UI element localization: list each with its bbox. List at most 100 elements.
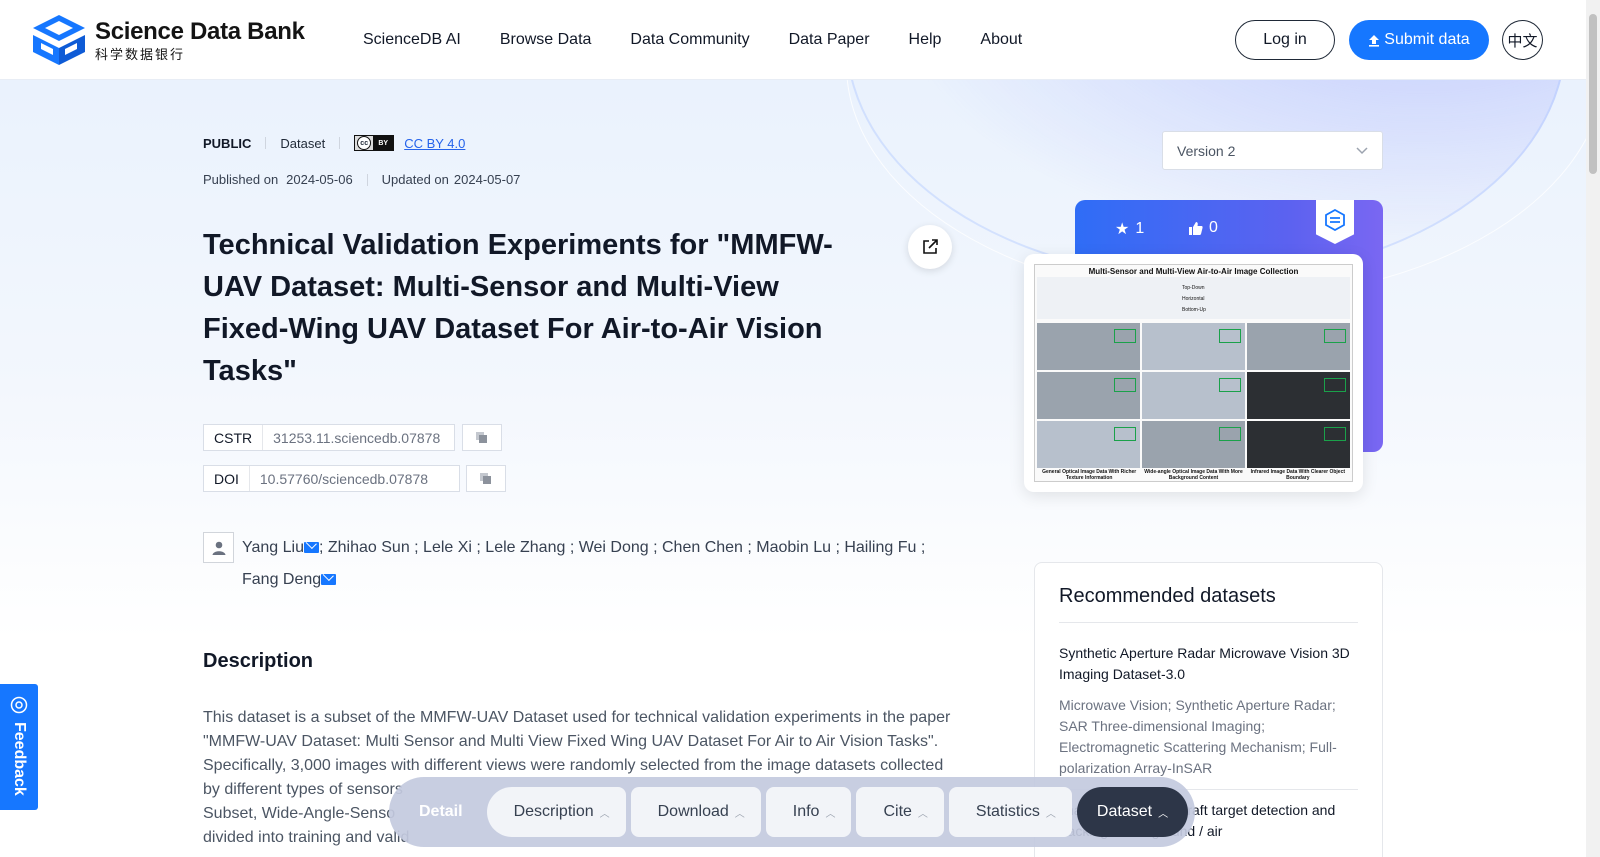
published-date: 2024-05-06 (286, 172, 353, 187)
description-line: Specifically, 3,000 images with differen… (203, 757, 944, 774)
visibility-badge: PUBLIC (203, 135, 252, 151)
submit-data-button[interactable]: Submit data (1349, 20, 1489, 60)
scrollbar-thumb[interactable] (1589, 14, 1597, 174)
divider (339, 137, 341, 149)
cstr-label: CSTR (204, 425, 264, 450)
tab-label: Description (513, 803, 594, 820)
copy-icon (476, 431, 487, 443)
copy-doi-button[interactable] (466, 465, 506, 492)
star-count[interactable]: ★ 1 (1115, 219, 1144, 239)
recommended-heading: Recommended datasets (1059, 585, 1358, 623)
page-title: Technical Validation Experiments for "MM… (203, 229, 833, 387)
site-header: Science Data Bank 科学数据银行 ScienceDB AI Br… (0, 0, 1586, 80)
updated-date: 2024-05-07 (453, 172, 521, 187)
external-link-icon (923, 239, 938, 254)
tab-description[interactable]: Description ︿ (486, 787, 626, 837)
dataset-preview-card[interactable]: Multi-Sensor and Multi-View Air-to-Air I… (1024, 254, 1363, 492)
nav-about[interactable]: About (980, 31, 1022, 49)
chevron-up-icon: ︿ (825, 808, 836, 820)
cc-license-icon: cc BY (354, 135, 395, 151)
preview-title: Multi-Sensor and Multi-View Air-to-Air I… (1088, 267, 1299, 276)
star-icon: ★ (1115, 221, 1130, 238)
updated-label: Updated on (381, 172, 449, 187)
feedback-label: Feedback (11, 722, 28, 796)
version-select-value: Version 2 (1177, 142, 1236, 159)
preview-cell (1142, 372, 1245, 419)
divider (265, 137, 267, 149)
doi-label: DOI (204, 466, 250, 491)
divider (366, 173, 368, 186)
mail-icon[interactable] (303, 542, 319, 553)
section-tab-bar: Detail Description ︿ Download ︿ Info ︿ C… (389, 777, 1195, 847)
tab-label: Dataset (1096, 803, 1153, 820)
page-scrollbar[interactable] (1586, 0, 1600, 857)
tab-cite[interactable]: Cite ︿ (856, 787, 944, 837)
author-avatar-icon (203, 532, 234, 563)
logo-title: Science Data Bank (95, 17, 305, 45)
mail-icon[interactable] (321, 574, 337, 585)
preview-view-diagram: Top-Down Horizontal Bottom-Up (1037, 277, 1350, 319)
language-toggle[interactable]: 中文 (1502, 20, 1543, 60)
tab-info[interactable]: Info ︿ (765, 787, 852, 837)
cstr-field: CSTR 31253.11.sciencedb.07878 (203, 424, 455, 451)
chevron-up-icon: ︿ (1045, 808, 1056, 820)
chevron-up-icon: ︿ (734, 808, 745, 820)
chevron-down-icon (1356, 146, 1368, 154)
upload-icon (1369, 34, 1380, 47)
sciencedb-badge-icon (1316, 200, 1354, 244)
thumbs-up-icon (1189, 221, 1203, 235)
preview-caption: General Optical Image Data With Richer T… (1042, 469, 1137, 481)
login-button[interactable]: Log in (1235, 20, 1335, 60)
preview-cell (1037, 421, 1140, 468)
sdb-logo-icon (33, 15, 85, 65)
preview-view-labels: Top-Down Horizontal Bottom-Up (1182, 283, 1206, 316)
preview-cell (1037, 323, 1140, 370)
tab-statistics[interactable]: Statistics ︿ (948, 787, 1072, 837)
like-count[interactable]: 0 (1188, 219, 1218, 237)
chevron-up-icon: ︿ (1158, 808, 1169, 820)
tab-label: Info (792, 803, 820, 820)
nav-data-paper[interactable]: Data Paper (789, 31, 870, 49)
chevron-up-icon: ︿ (599, 808, 610, 820)
main-nav: ScienceDB AI Browse Data Data Community … (363, 31, 1061, 49)
author-names: ; Zhihao Sun ; Lele Xi ; Lele Zhang ; We… (318, 539, 926, 556)
tab-dataset[interactable]: Dataset ︿ (1076, 787, 1189, 837)
submit-data-label: Submit data (1384, 31, 1470, 48)
author-link[interactable]: Fang Deng (242, 571, 321, 588)
feedback-icon (10, 696, 28, 714)
recommended-item-title[interactable]: Synthetic Aperture Radar Microwave Visio… (1059, 643, 1358, 685)
view-label: Horizontal (1182, 296, 1205, 302)
preview-cell (1142, 323, 1245, 370)
preview-cell (1142, 421, 1245, 468)
copy-cstr-button[interactable] (462, 424, 502, 451)
preview-cell (1037, 372, 1140, 419)
nav-data-community[interactable]: Data Community (630, 31, 749, 49)
description-line: This dataset is a subset of the MMFW-UAV… (203, 709, 951, 726)
tab-label: Cite (883, 803, 912, 820)
logo-subtitle: 科学数据银行 (95, 46, 186, 62)
preview-cell (1247, 372, 1350, 419)
license-link[interactable]: CC BY 4.0 (404, 136, 465, 151)
nav-help[interactable]: Help (909, 31, 942, 49)
published-label: Published on (203, 172, 279, 187)
preview-caption: Wide-angle Optical Image Data With More … (1144, 469, 1243, 481)
dataset-meta: PUBLIC Dataset cc BY CC BY 4.0 (203, 135, 465, 151)
preview-caption: Infrared Image Data With Clearer Object … (1250, 469, 1346, 481)
version-select[interactable]: Version 2 (1162, 131, 1383, 170)
doi-field: DOI 10.57760/sciencedb.07878 (203, 465, 460, 492)
view-label: Top-Down (1182, 285, 1205, 291)
tab-download[interactable]: Download ︿ (630, 787, 761, 837)
author-link[interactable]: Yang Liu (242, 539, 304, 556)
copy-icon (480, 472, 491, 484)
dataset-dates: Published on 2024-05-06 Updated on 2024-… (203, 172, 520, 187)
site-logo[interactable]: Science Data Bank 科学数据银行 (31, 13, 305, 67)
like-count-value: 0 (1209, 219, 1218, 236)
share-button[interactable] (908, 225, 952, 269)
description-heading: Description (203, 650, 314, 672)
tab-bar-title: Detail (419, 803, 463, 820)
nav-browse-data[interactable]: Browse Data (500, 31, 592, 49)
dataset-type: Dataset (280, 135, 326, 151)
tab-label: Statistics (975, 803, 1040, 820)
nav-sciencedb-ai[interactable]: ScienceDB AI (363, 31, 461, 49)
feedback-button[interactable]: Feedback (0, 684, 38, 810)
